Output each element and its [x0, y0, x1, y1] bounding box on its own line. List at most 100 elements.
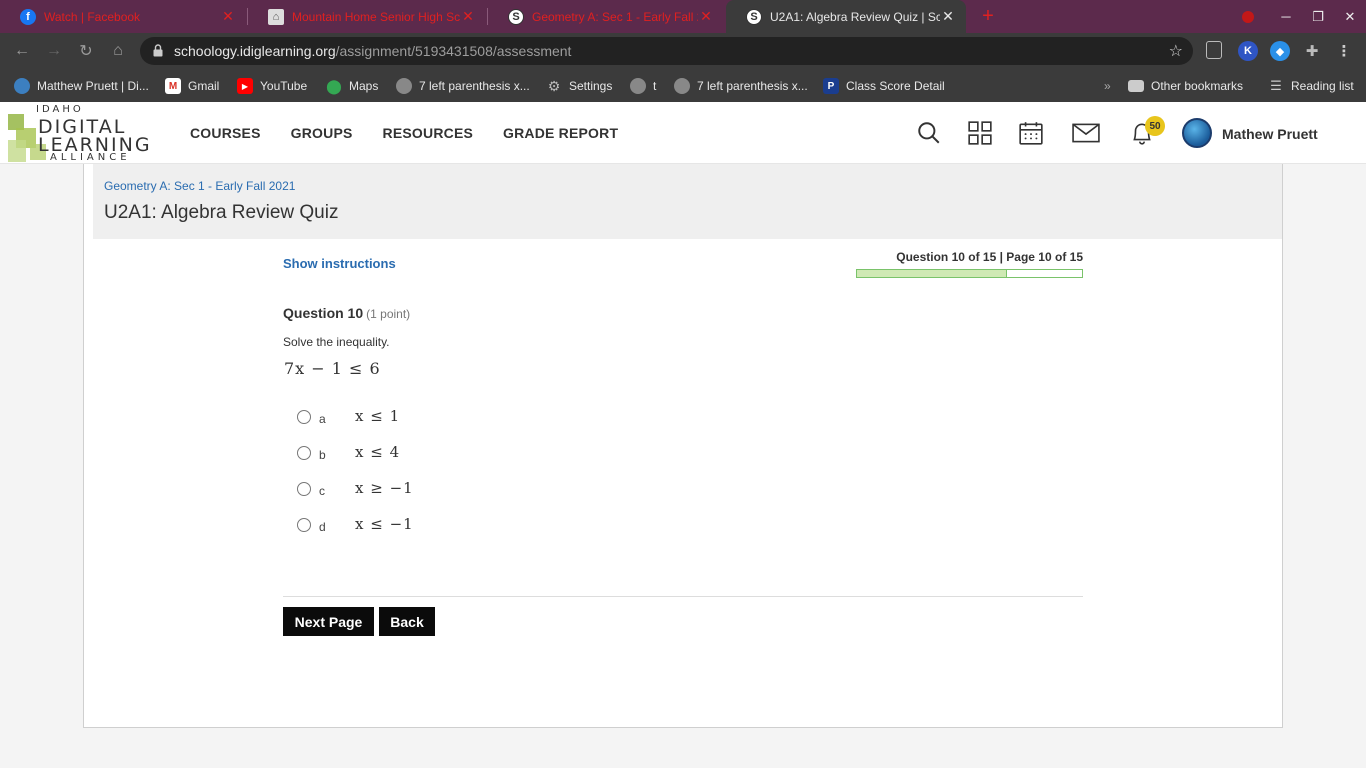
- address-bar[interactable]: schoology.idiglearning.org/assignment/51…: [140, 37, 1193, 65]
- tab-mountain-home[interactable]: ⌂ Mountain Home Senior High Sc ✕: [248, 0, 486, 33]
- choice-letter: a: [319, 412, 326, 426]
- restore-button[interactable]: ❐: [1302, 0, 1334, 33]
- tab-title: U2A1: Algebra Review Quiz | Sch: [770, 9, 940, 24]
- radio-button[interactable]: [297, 482, 311, 496]
- choice-letter: c: [319, 484, 325, 498]
- url-host: schoology.idiglearning.org: [174, 43, 336, 59]
- gear-icon: ⚙: [547, 77, 561, 94]
- nav-grade-report[interactable]: GRADE REPORT: [503, 125, 618, 141]
- radio-button[interactable]: [297, 518, 311, 532]
- browser-tab-strip: f Watch | Facebook ✕ ⌂ Mountain Home Sen…: [0, 0, 1366, 33]
- close-icon[interactable]: ✕: [460, 8, 476, 25]
- site-header: IDAHO DIGITAL LEARNING ALLIANCE COURSES …: [0, 102, 1366, 164]
- bookmark-label: YouTube: [260, 79, 308, 93]
- facebook-icon: f: [20, 8, 36, 25]
- maps-pin-icon: ⬤: [326, 77, 342, 94]
- compass-extension-icon[interactable]: ◆: [1270, 41, 1290, 61]
- url-text: schoology.idiglearning.org/assignment/51…: [174, 43, 571, 59]
- progress-fill: [857, 270, 1008, 277]
- shield-extension-icon[interactable]: [1206, 41, 1222, 59]
- bookmark-gmail[interactable]: M Gmail: [165, 76, 219, 96]
- tab-geometry[interactable]: S Geometry A: Sec 1 - Early Fall 2( ✕: [488, 0, 724, 33]
- tab-facebook[interactable]: f Watch | Facebook ✕: [0, 0, 246, 33]
- calendar-icon[interactable]: [1018, 120, 1044, 146]
- reading-list[interactable]: ☰ Reading list: [1268, 76, 1354, 96]
- folder-icon: [1128, 80, 1144, 92]
- schoology-icon: S: [508, 8, 524, 25]
- question-points: (1 point): [366, 307, 411, 321]
- bookmark-parenthesis-1[interactable]: 7 left parenthesis x...: [396, 76, 530, 96]
- browser-toolbar: ← → ↻ ⌂ schoology.idiglearning.org/assig…: [0, 33, 1366, 69]
- k-extension-label: K: [1244, 45, 1252, 57]
- gmail-icon: M: [165, 78, 181, 94]
- bookmark-class-score[interactable]: P Class Score Detail: [823, 76, 945, 96]
- bookmark-label: Settings: [569, 79, 613, 93]
- bookmark-star-icon[interactable]: ☆: [1169, 41, 1183, 61]
- home-icon[interactable]: ⌂: [106, 39, 130, 63]
- main-nav: COURSES GROUPS RESOURCES GRADE REPORT: [190, 102, 648, 164]
- nav-groups[interactable]: GROUPS: [291, 125, 353, 141]
- tab-title: Mountain Home Senior High Sc: [292, 9, 460, 24]
- next-page-button[interactable]: Next Page: [283, 607, 374, 636]
- close-icon[interactable]: ✕: [940, 8, 956, 25]
- url-path: /assignment/5193431508/assessment: [335, 43, 572, 59]
- question-heading: Question 10 (1 point): [283, 305, 410, 321]
- question-math: 7x − 1 ≤ 6: [284, 359, 381, 378]
- bookmark-t[interactable]: t: [630, 76, 656, 96]
- new-tab-button[interactable]: +: [978, 5, 998, 27]
- forward-arrow-icon[interactable]: →: [42, 39, 66, 63]
- radio-button[interactable]: [297, 410, 311, 424]
- close-window-button[interactable]: ✕: [1334, 0, 1366, 33]
- back-button[interactable]: Back: [379, 607, 435, 636]
- show-instructions-link[interactable]: Show instructions: [283, 256, 396, 271]
- bookmark-label: Gmail: [188, 79, 220, 93]
- answer-choice-a[interactable]: a x ≤ 1: [297, 407, 457, 429]
- bookmarks-overflow-icon[interactable]: »: [1104, 76, 1111, 96]
- logo-text: ALLIANCE: [50, 152, 131, 163]
- page-title: U2A1: Algebra Review Quiz: [104, 202, 339, 223]
- puzzle-extensions-icon[interactable]: ✚: [1302, 41, 1322, 61]
- answer-choice-d[interactable]: d x ≤ −1: [297, 515, 457, 537]
- bookmark-parenthesis-2[interactable]: 7 left parenthesis x...: [674, 76, 808, 96]
- bookmark-maps[interactable]: ⬤ Maps: [326, 76, 378, 96]
- question-progress-label: Question 10 of 15 | Page 10 of 15: [896, 250, 1083, 264]
- mail-icon[interactable]: [1072, 120, 1100, 146]
- browser-menu-icon[interactable]: ⋮: [1334, 41, 1354, 61]
- radio-button[interactable]: [297, 446, 311, 460]
- tab-title: Geometry A: Sec 1 - Early Fall 2(: [532, 9, 698, 24]
- answer-choice-c[interactable]: c x ≥ −1: [297, 479, 457, 501]
- choice-letter: b: [319, 448, 326, 462]
- search-icon[interactable]: [916, 120, 942, 146]
- tab-title: Watch | Facebook: [44, 9, 141, 24]
- lock-icon: [153, 44, 163, 57]
- k-extension-icon[interactable]: K: [1238, 41, 1258, 61]
- apps-grid-icon[interactable]: [967, 120, 993, 146]
- choice-expression: x ≤ 4: [355, 443, 401, 461]
- answer-choice-b[interactable]: b x ≤ 4: [297, 443, 457, 465]
- avatar[interactable]: [1182, 118, 1212, 148]
- youtube-icon: ▶: [237, 78, 253, 94]
- breadcrumb[interactable]: Geometry A: Sec 1 - Early Fall 2021: [104, 179, 295, 193]
- back-arrow-icon[interactable]: ←: [10, 39, 34, 63]
- powerschool-icon: P: [823, 78, 839, 94]
- globe-icon: [674, 78, 690, 94]
- user-name[interactable]: Mathew Pruett: [1222, 126, 1318, 142]
- reload-icon[interactable]: ↻: [74, 39, 98, 63]
- close-icon[interactable]: ✕: [220, 8, 236, 25]
- content-frame: [83, 164, 1283, 728]
- nav-resources[interactable]: RESOURCES: [383, 125, 473, 141]
- nav-courses[interactable]: COURSES: [190, 125, 261, 141]
- bookmark-label: t: [653, 79, 657, 93]
- other-bookmarks-folder[interactable]: Other bookmarks: [1128, 76, 1243, 96]
- close-icon[interactable]: ✕: [698, 8, 714, 25]
- bookmark-settings[interactable]: ⚙ Settings: [546, 76, 613, 96]
- choice-expression: x ≤ 1: [355, 407, 401, 425]
- tab-quiz[interactable]: S U2A1: Algebra Review Quiz | Sch ✕: [726, 0, 966, 33]
- bookmark-youtube[interactable]: ▶ YouTube: [237, 76, 307, 96]
- record-icon[interactable]: [1232, 0, 1264, 33]
- idla-logo[interactable]: IDAHO DIGITAL LEARNING ALLIANCE: [6, 104, 174, 163]
- divider: [283, 596, 1083, 597]
- bookmark-matthew[interactable]: Matthew Pruett | Di...: [14, 76, 149, 96]
- choice-expression: x ≥ −1: [355, 479, 414, 497]
- minimize-button[interactable]: ─: [1270, 0, 1302, 33]
